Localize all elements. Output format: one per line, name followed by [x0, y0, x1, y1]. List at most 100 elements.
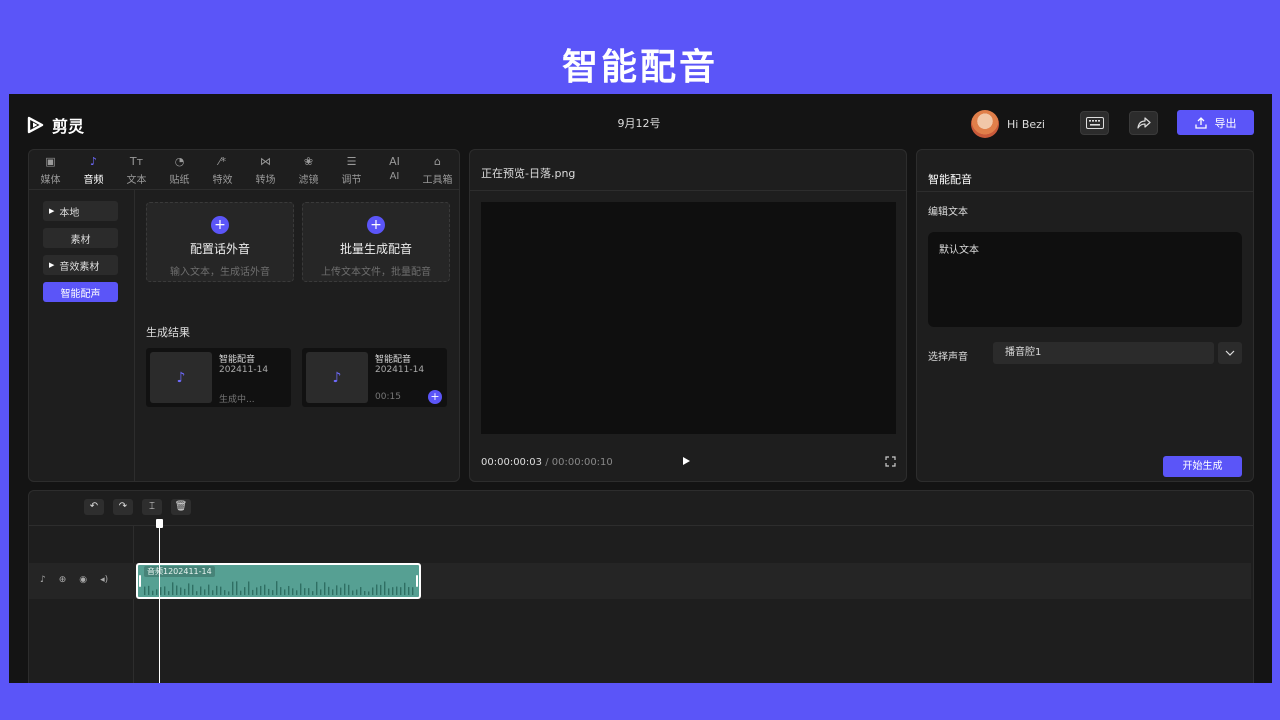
waveform-bar: [216, 585, 218, 595]
waveform-bar: [404, 582, 406, 595]
waveform-bar: [328, 586, 330, 595]
lock-icon[interactable]: ⊕: [59, 575, 67, 585]
waveform-bar: [220, 586, 222, 595]
audio-clip[interactable]: 音频1202411-14: [136, 563, 421, 599]
waveform-bar: [388, 588, 390, 595]
tab-audio[interactable]: ♪ 音频: [72, 150, 115, 189]
divider: [29, 525, 1253, 526]
waveform-bar: [272, 590, 274, 595]
waveform-bar: [276, 581, 278, 595]
export-button[interactable]: 导出: [1177, 110, 1254, 135]
waveform-bar: [264, 584, 266, 595]
text-icon: Tт: [129, 155, 144, 168]
preview-title: 正在预览-日落.png: [481, 167, 576, 180]
waveform-bar: [284, 589, 286, 595]
user-greeting: Hi Bezi: [1007, 117, 1045, 131]
batch-card-title: 批量生成配音: [339, 242, 412, 256]
waveform-bar: [212, 590, 214, 595]
waveform-bar: [252, 589, 254, 595]
waveform-bar: [196, 591, 198, 595]
waveform-bar: [372, 587, 374, 595]
waveform-bar: [200, 586, 202, 595]
voiceover-card[interactable]: + 配置话外音 输入文本，生成话外音: [146, 202, 294, 282]
tab-transition[interactable]: ⋈ 转场: [244, 150, 287, 189]
start-generate-button[interactable]: 开始生成: [1163, 456, 1242, 477]
waveform-bar: [380, 584, 382, 595]
tab-sticker[interactable]: ◔ 贴纸: [158, 150, 201, 189]
voice-select[interactable]: 播音腔1: [993, 342, 1214, 364]
play-button[interactable]: [682, 456, 691, 469]
divider: [917, 191, 1253, 192]
tab-adjust[interactable]: ☰ 调节: [330, 150, 373, 189]
add-to-track-button[interactable]: +: [428, 390, 442, 404]
timeline-toolbar: ↶ ↷ ⌶ 🗑: [84, 499, 191, 515]
music-note-icon: ♪: [89, 155, 98, 168]
delete-button[interactable]: 🗑: [171, 499, 191, 515]
undo-button[interactable]: ↶: [84, 499, 104, 515]
waveform-bar: [164, 586, 166, 595]
nav-item-smart-dubbing[interactable]: 智能配声: [43, 282, 118, 302]
waveform-bar: [156, 589, 158, 595]
track-header-divider: [133, 525, 134, 683]
nav-item-local[interactable]: ▶ 本地: [43, 201, 118, 221]
expand-caret-icon: ▶: [49, 207, 55, 215]
timeline-panel: ↶ ↷ ⌶ 🗑 ♪ ⊕ ◉ ◂) 音频1202411-14: [28, 490, 1254, 683]
batch-card-subtitle: 上传文本文件，批量配音: [321, 267, 431, 278]
share-button[interactable]: [1129, 111, 1158, 135]
upload-icon: [1194, 116, 1207, 129]
fullscreen-icon[interactable]: [885, 456, 896, 467]
waveform-bar: [172, 582, 174, 595]
result-item[interactable]: ♪ 智能配音 202411-14 00:15 +: [302, 348, 447, 407]
waveform-bar: [392, 587, 394, 595]
playhead[interactable]: [159, 526, 160, 683]
tab-text[interactable]: Tт 文本: [115, 150, 158, 189]
ai-icon: AI: [389, 155, 400, 168]
waveform-bar: [340, 587, 342, 595]
waveform-bar: [260, 585, 262, 595]
app-logo: 剪灵: [26, 113, 84, 137]
eye-icon[interactable]: ◉: [79, 575, 87, 585]
music-note-icon: ♪: [150, 352, 212, 403]
waveform-bar: [236, 581, 238, 595]
total-time: 00:00:00:10: [551, 457, 613, 468]
nav-item-material[interactable]: 素材: [43, 228, 118, 248]
tab-ai[interactable]: AI AI: [373, 150, 416, 189]
export-label: 导出: [1214, 116, 1237, 130]
waveform-bar: [268, 588, 270, 595]
play-icon: [683, 457, 690, 465]
expand-caret-icon: ▶: [49, 261, 55, 269]
preview-canvas[interactable]: [481, 202, 896, 434]
tab-toolbox[interactable]: ⌂ 工具箱: [416, 150, 459, 189]
waveform-bar: [160, 587, 162, 595]
split-button[interactable]: ⌶: [142, 499, 162, 515]
tab-effects[interactable]: ⁄* 特效: [201, 150, 244, 189]
voice-dropdown-button[interactable]: [1218, 342, 1242, 364]
result-name: 智能配音: [219, 355, 256, 365]
result-date: 202411-14: [219, 365, 269, 375]
user-profile[interactable]: Hi Bezi: [971, 110, 1045, 138]
avatar[interactable]: [971, 110, 999, 138]
volume-icon[interactable]: ◂): [100, 575, 108, 585]
keyboard-button[interactable]: [1080, 111, 1109, 135]
waveform-bar: [244, 587, 246, 595]
waveform-bar: [296, 590, 298, 595]
nav-item-sound-effects[interactable]: ▶ 音效素材: [43, 255, 118, 275]
dubbing-text-input[interactable]: 默认文本: [928, 232, 1242, 327]
result-item[interactable]: ♪ 智能配音 202411-14 生成中...: [146, 348, 291, 407]
clip-trim-handle-left[interactable]: [139, 575, 141, 587]
batch-dubbing-card[interactable]: + 批量生成配音 上传文本文件，批量配音: [302, 202, 450, 282]
tab-filter[interactable]: ❀ 滤镜: [287, 150, 330, 189]
waveform-bar: [304, 588, 306, 595]
clip-trim-handle-right[interactable]: [416, 575, 418, 587]
result-date: 202411-14: [375, 365, 425, 375]
plus-icon: +: [211, 216, 229, 234]
sliders-icon: ☰: [346, 155, 357, 168]
waveform-bar: [292, 588, 294, 595]
waveform-bar: [368, 591, 370, 595]
filter-icon: ❀: [303, 155, 314, 168]
voiceover-card-title: 配置话外音: [189, 242, 250, 256]
redo-button[interactable]: ↷: [113, 499, 133, 515]
waveform-bar: [408, 587, 410, 595]
waveform-bar: [256, 587, 258, 595]
tab-media[interactable]: ▣ 媒体: [29, 150, 72, 189]
